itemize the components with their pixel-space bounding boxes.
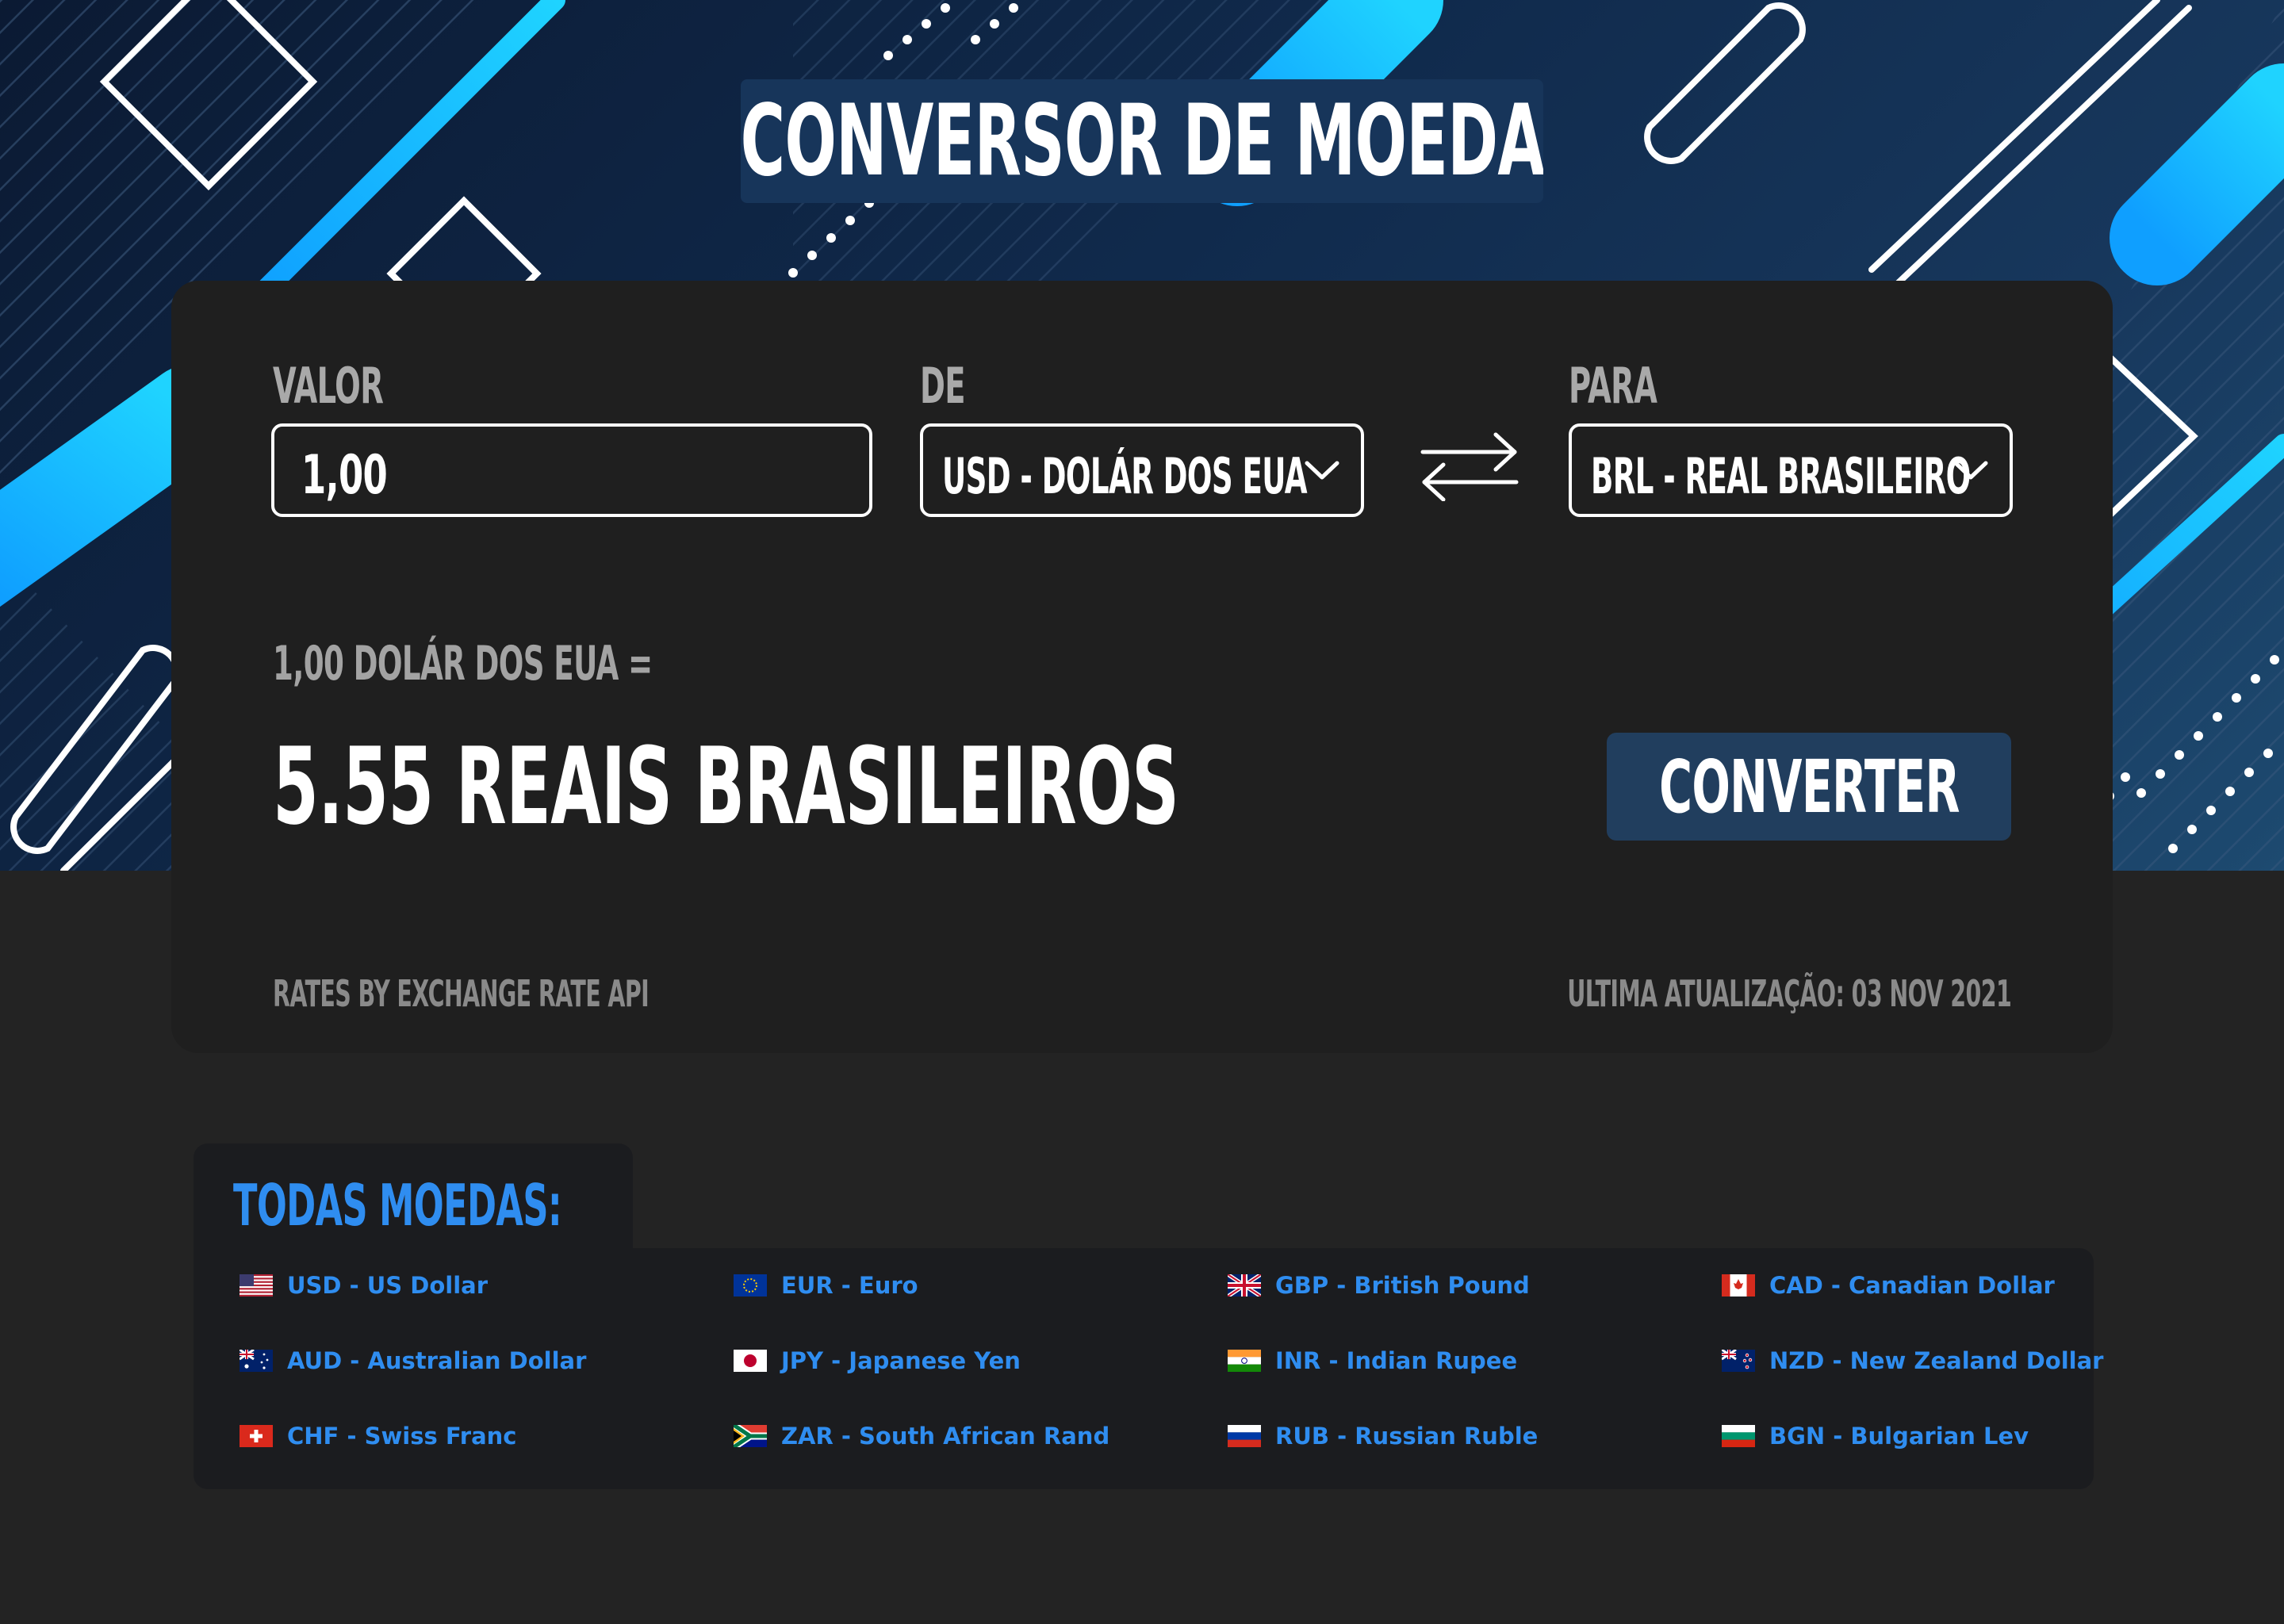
chevron-down-icon — [1953, 461, 1988, 480]
from-currency-select[interactable]: USD - DOLÁR DOS EUA — [920, 423, 1364, 517]
currency-item-aud[interactable]: AUD - Australian Dollar — [240, 1347, 586, 1374]
new-zealand-flag-icon — [1722, 1350, 1755, 1372]
currency-label: AUD - Australian Dollar — [287, 1347, 587, 1374]
currency-label: BGN - Bulgarian Lev — [1769, 1423, 2029, 1450]
rates-credit: RATES BY EXCHANGE RATE API — [273, 972, 650, 1015]
currencies-tab: TODAS MOEDAS: — [194, 1143, 633, 1254]
currency-item-usd[interactable]: USD - US Dollar — [240, 1272, 488, 1299]
currency-item-nzd[interactable]: NZD - New Zealand Dollar — [1722, 1347, 2103, 1374]
japan-flag-icon — [734, 1350, 767, 1372]
amount-input-value: 1,00 — [301, 444, 388, 507]
currency-label: CAD - Canadian Dollar — [1769, 1272, 2055, 1299]
currency-label: JPY - Japanese Yen — [781, 1347, 1021, 1374]
currencies-panel: USD - US Dollar EUR - Euro GBP - British… — [194, 1248, 2103, 1489]
amount-label: VALOR — [273, 357, 384, 415]
currency-label: EUR - Euro — [781, 1272, 918, 1299]
currency-item-gbp[interactable]: GBP - British Pound — [1228, 1272, 1530, 1299]
to-currency-select[interactable]: BRL - REAL BRASILEIRO — [1569, 423, 2013, 517]
convert-button-label: CONVERTER — [1658, 744, 1960, 829]
page-title-text: CONVERSOR DE MOEDA — [741, 84, 1543, 198]
currency-item-eur[interactable]: EUR - Euro — [734, 1272, 918, 1299]
currency-item-bgn[interactable]: BGN - Bulgarian Lev — [1722, 1423, 2029, 1450]
currency-label: CHF - Swiss Franc — [287, 1423, 517, 1450]
currency-item-jpy[interactable]: JPY - Japanese Yen — [734, 1347, 1021, 1374]
conversion-equation: 1,00 DOLÁR DOS EUA = — [273, 636, 653, 691]
currency-label: ZAR - South African Rand — [781, 1423, 1110, 1450]
currency-label: RUB - Russian Ruble — [1275, 1423, 1539, 1450]
currency-item-rub[interactable]: RUB - Russian Ruble — [1228, 1423, 1538, 1450]
russia-flag-icon — [1228, 1425, 1261, 1447]
to-currency-value: BRL - REAL BRASILEIRO — [1591, 447, 1971, 505]
uk-flag-icon — [1228, 1274, 1261, 1297]
currency-item-cad[interactable]: CAD - Canadian Dollar — [1722, 1272, 2055, 1299]
currency-label: GBP - British Pound — [1275, 1272, 1530, 1299]
bulgaria-flag-icon — [1722, 1425, 1755, 1447]
page-title: CONVERSOR DE MOEDA — [741, 79, 1543, 203]
chevron-down-icon — [1305, 461, 1339, 480]
from-label: DE — [920, 357, 966, 415]
convert-button[interactable]: CONVERTER — [1607, 733, 2011, 841]
australia-flag-icon — [240, 1350, 273, 1372]
currency-item-zar[interactable]: ZAR - South African Rand — [734, 1423, 1109, 1450]
switzerland-flag-icon — [240, 1425, 273, 1447]
south-africa-flag-icon — [734, 1425, 767, 1447]
to-label: PARA — [1569, 357, 1657, 415]
currency-label: INR - Indian Rupee — [1275, 1347, 1518, 1374]
currency-label: USD - US Dollar — [287, 1272, 489, 1299]
conversion-result: 5.55 REAIS BRASILEIROS — [273, 725, 1179, 848]
india-flag-icon — [1228, 1350, 1261, 1372]
currencies-heading: TODAS MOEDAS: — [233, 1172, 562, 1239]
currency-label: NZD - New Zealand Dollar — [1769, 1347, 2104, 1374]
from-currency-value: USD - DOLÁR DOS EUA — [942, 447, 1308, 505]
converter-card: VALOR 1,00 DE USD - DOLÁR DOS EUA PARA B… — [171, 281, 2113, 1053]
canada-flag-icon — [1722, 1274, 1755, 1297]
last-updated: ULTIMA ATUALIZAÇÃO: 03 NOV 2021 — [1567, 972, 2012, 1015]
us-flag-icon — [240, 1274, 273, 1297]
currency-item-chf[interactable]: CHF - Swiss Franc — [240, 1423, 517, 1450]
amount-input[interactable]: 1,00 — [271, 423, 872, 517]
swap-currencies-icon[interactable] — [1420, 430, 1519, 501]
currency-item-inr[interactable]: INR - Indian Rupee — [1228, 1347, 1517, 1374]
eu-flag-icon — [734, 1274, 767, 1297]
